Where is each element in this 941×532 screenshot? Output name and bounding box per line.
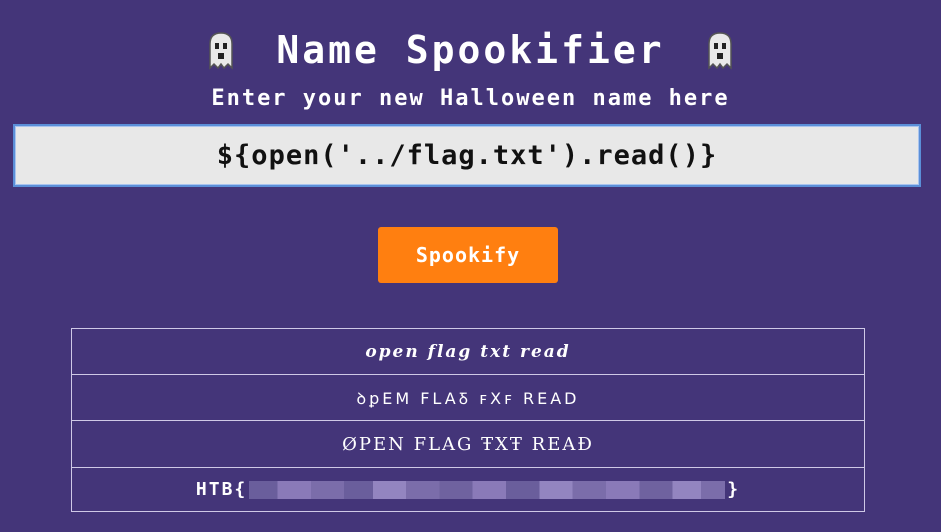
flag-prefix: HTB{: [195, 479, 248, 500]
result-cell: HTB{ }: [71, 467, 865, 512]
header: Name Spookifier: [0, 28, 941, 72]
ghost-icon: [209, 32, 234, 70]
table-row: ꝺꝑEM FLAꝽ ꜰXꜰ READ: [71, 374, 865, 421]
name-input-container: [13, 124, 921, 187]
flag-suffix: }: [727, 479, 741, 500]
result-cell: ꝺꝑEM FLAꝽ ꜰXꜰ READ: [71, 374, 865, 421]
table-row: ØPEN FLAG ŦXŦ REAĐ: [71, 420, 865, 468]
table-row: HTB{ }: [71, 467, 865, 512]
spookify-button[interactable]: Spookify: [378, 227, 558, 283]
flag-result: HTB{ }: [196, 479, 740, 500]
ghost-icon: [707, 32, 732, 70]
result-cell: open flag txt read: [71, 328, 865, 375]
results-table: open flag txt read ꝺꝑEM FLAꝽ ꜰXꜰ READ ØP…: [71, 328, 865, 512]
result-cell: ØPEN FLAG ŦXŦ REAĐ: [71, 420, 865, 468]
name-input[interactable]: [15, 125, 919, 186]
page-title: Name Spookifier: [276, 28, 665, 72]
redacted-flag: [249, 480, 726, 499]
table-row: open flag txt read: [71, 328, 865, 375]
page-subtitle: Enter your new Halloween name here: [211, 86, 730, 111]
